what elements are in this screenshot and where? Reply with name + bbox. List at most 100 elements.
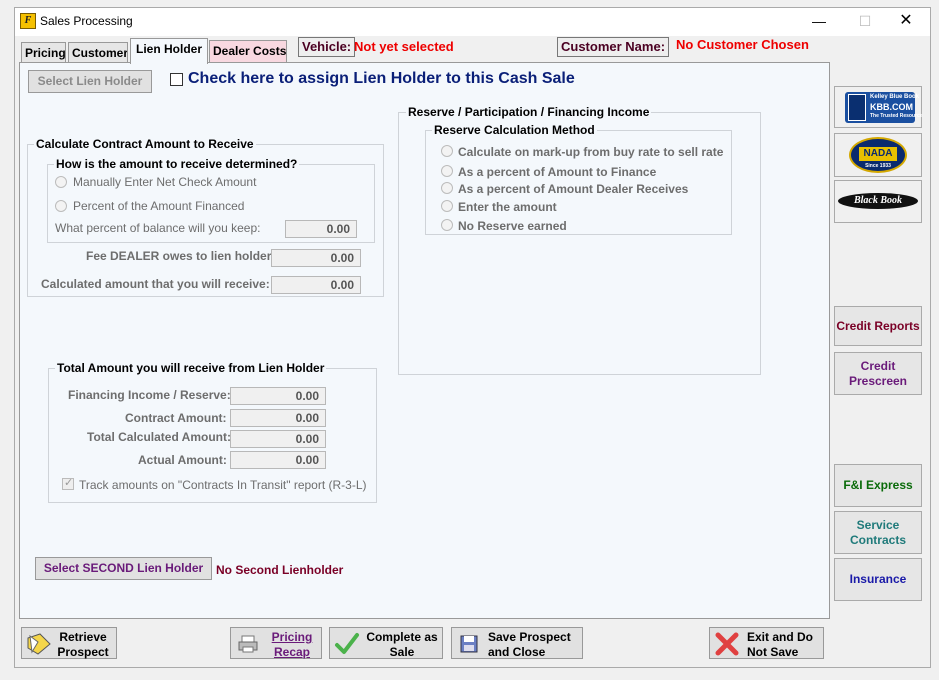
save-line1: Save Prospect [488, 630, 571, 644]
floppy-disk-icon [460, 635, 478, 653]
total-calculated-label: Total Calculated Amount: [87, 430, 231, 444]
pricing-line2: Recap [273, 645, 311, 659]
actual-amount-label: Actual Amount: [138, 453, 227, 467]
printer-icon [238, 635, 258, 653]
kbb-logo-line3: The Trusted Resource [870, 113, 923, 119]
lien-holder-panel: Select Lien Holder Check here to assign … [19, 62, 830, 619]
reserve-enter-amount-label: Enter the amount [458, 200, 557, 214]
sales-processing-window: F Sales Processing — ☐ ✕ Pricing Custome… [14, 7, 931, 668]
red-x-icon [715, 632, 739, 656]
nada-logo-text: NADA [859, 147, 897, 161]
reserve-group-title: Reserve / Participation / Financing Inco… [406, 105, 652, 119]
retrieve-prospect-icon [27, 633, 51, 655]
percent-financed-label: Percent of the Amount Financed [73, 199, 245, 213]
maximize-icon[interactable]: ☐ [842, 8, 888, 36]
exit-line1: Exit and Do [747, 630, 814, 644]
kbb-logo-line2: KBB.COM [870, 102, 913, 112]
percent-keep-label: What percent of balance will you keep: [55, 221, 261, 235]
pricing-recap-button[interactable]: Pricing Recap [230, 627, 322, 659]
save-line2: and Close [488, 645, 546, 659]
kbb-logo: Kelley Blue Book KBB.COM The Trusted Res… [845, 92, 923, 123]
customer-name-value: No Customer Chosen [676, 37, 809, 52]
total-calculated-field[interactable]: 0.00 [230, 430, 326, 448]
fi-express-button[interactable]: F&I Express [834, 464, 922, 507]
calculated-amount-label: Calculated amount that you will receive: [41, 277, 270, 291]
service-contracts-line2: Contracts [849, 533, 906, 547]
checkmark-icon [335, 633, 359, 654]
amount-method-title: How is the amount to receive determined? [54, 157, 300, 171]
title-bar: F Sales Processing — ☐ ✕ [15, 8, 930, 36]
black-book-logo: Black Book [838, 193, 918, 209]
contract-group-title: Calculate Contract Amount to Receive [34, 137, 256, 151]
nada-button[interactable]: NADA Since 1933 [834, 133, 922, 177]
close-icon[interactable]: ✕ [883, 8, 929, 36]
nada-logo-sub: Since 1933 [865, 163, 891, 169]
minimize-icon[interactable]: — [796, 8, 842, 36]
reserve-group: Reserve / Participation / Financing Inco… [398, 105, 761, 375]
financing-income-field[interactable]: 0.00 [230, 387, 326, 405]
track-contracts-checkbox[interactable] [62, 476, 74, 490]
nada-logo: NADA Since 1933 [849, 137, 907, 173]
kbb-shield-icon [848, 94, 866, 121]
app-icon: F [20, 13, 36, 29]
contract-amount-field[interactable]: 0.00 [230, 409, 326, 427]
reserve-percent-dealer-radio[interactable] [441, 182, 453, 194]
retrieve-line1: Retrieve [59, 630, 107, 644]
calculated-amount-field[interactable]: 0.00 [271, 276, 361, 294]
second-lienholder-status: No Second Lienholder [216, 563, 344, 577]
reserve-percent-dealer-label: As a percent of Amount Dealer Receives [458, 182, 689, 196]
exit-line2: Not Save [747, 645, 799, 659]
assign-lien-holder-checkbox[interactable] [170, 73, 183, 86]
manual-net-check-radio[interactable] [55, 176, 67, 188]
reserve-none-radio[interactable] [441, 219, 453, 231]
kbb-logo-line1: Kelley Blue Book [870, 94, 920, 100]
total-amount-group: Total Amount you will receive from Lien … [48, 361, 377, 503]
dealer-fee-field[interactable]: 0.00 [271, 249, 361, 267]
tab-dealer-costs[interactable]: Dealer Costs [209, 40, 287, 62]
exit-without-save-button[interactable]: Exit and Do Not Save [709, 627, 824, 659]
reserve-percent-finance-radio[interactable] [441, 165, 453, 177]
tab-pricing[interactable]: Pricing [21, 42, 66, 64]
credit-reports-button[interactable]: Credit Reports [834, 306, 922, 346]
reserve-method-title: Reserve Calculation Method [432, 123, 597, 137]
dealer-fee-label: Fee DEALER owes to lien holder: [86, 249, 276, 263]
save-prospect-button[interactable]: Save Prospect and Close [451, 627, 583, 659]
customer-name-label[interactable]: Customer Name: [557, 37, 670, 57]
assign-lien-holder-label[interactable]: Check here to assign Lien Holder to this… [188, 70, 575, 88]
pricing-line1: Pricing [271, 630, 313, 644]
credit-prescreen-button[interactable]: Credit Prescreen [834, 352, 922, 395]
track-contracts-label: Track amounts on "Contracts In Transit" … [79, 478, 367, 492]
complete-line2: Sale [389, 645, 415, 659]
vehicle-label[interactable]: Vehicle: [298, 37, 356, 57]
amount-method-group: How is the amount to receive determined?… [47, 157, 375, 243]
window-title: Sales Processing [40, 14, 133, 28]
credit-prescreen-line2: Prescreen [848, 374, 908, 388]
contract-amount-group: Calculate Contract Amount to Receive How… [27, 137, 384, 297]
complete-sale-button[interactable]: Complete as Sale [329, 627, 443, 659]
reserve-markup-radio[interactable] [441, 145, 453, 157]
reserve-percent-finance-label: As a percent of Amount to Finance [458, 165, 657, 179]
reserve-none-label: No Reserve earned [458, 219, 567, 233]
total-group-title: Total Amount you will receive from Lien … [55, 361, 327, 375]
select-second-lien-holder-button[interactable]: Select SECOND Lien Holder [35, 557, 212, 580]
insurance-button[interactable]: Insurance [834, 558, 922, 601]
retrieve-prospect-button[interactable]: Retrieve Prospect [21, 627, 117, 659]
service-contracts-button[interactable]: Service Contracts [834, 511, 922, 554]
select-lien-holder-button[interactable]: Select Lien Holder [28, 70, 152, 93]
contract-amount-label: Contract Amount: [125, 411, 227, 425]
tab-customer[interactable]: Customer [68, 42, 128, 64]
reserve-method-group: Reserve Calculation Method Calculate on … [425, 123, 732, 235]
reserve-markup-label: Calculate on mark-up from buy rate to se… [458, 145, 724, 159]
kbb-button[interactable]: Kelley Blue Book KBB.COM The Trusted Res… [834, 86, 923, 128]
vehicle-value: Not yet selected [354, 39, 454, 54]
credit-prescreen-line1: Credit [860, 359, 896, 373]
tab-lien-holder[interactable]: Lien Holder [130, 38, 208, 64]
service-contracts-line1: Service [856, 518, 900, 532]
black-book-button[interactable]: Black Book [834, 180, 922, 223]
actual-amount-field[interactable]: 0.00 [230, 451, 326, 469]
reserve-enter-amount-radio[interactable] [441, 200, 453, 212]
percent-keep-field[interactable]: 0.00 [285, 220, 357, 238]
financing-income-label: Financing Income / Reserve: [68, 388, 231, 402]
percent-financed-radio[interactable] [55, 200, 67, 212]
manual-net-check-label: Manually Enter Net Check Amount [73, 175, 257, 189]
